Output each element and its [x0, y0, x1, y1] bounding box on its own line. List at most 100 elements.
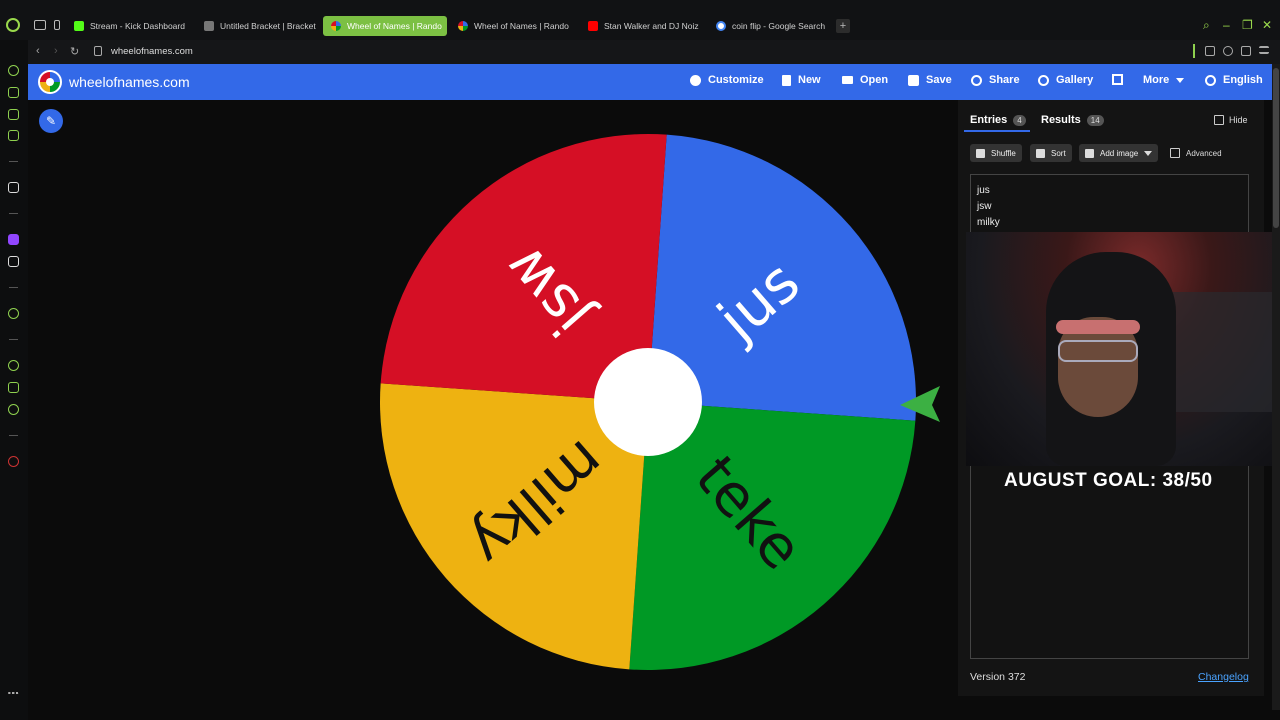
- bracket-icon: [204, 21, 214, 31]
- page-scrollbar[interactable]: [1272, 64, 1280, 710]
- tab-wheel-of-names-active[interactable]: Wheel of Names | Rando: [323, 16, 447, 36]
- tab-label: Wheel of Names | Rando: [474, 21, 569, 31]
- entry-line: jsw: [977, 201, 992, 212]
- tab-results[interactable]: Results 14: [1041, 114, 1104, 126]
- wheel-center-hub[interactable]: [594, 348, 702, 456]
- results-count-badge: 14: [1086, 114, 1104, 126]
- fullscreen-icon: [1112, 74, 1123, 85]
- share-icon: [971, 74, 982, 86]
- edit-pencil-button[interactable]: ✎: [39, 109, 63, 133]
- google-icon: [716, 21, 726, 31]
- menu-icon[interactable]: [1259, 46, 1269, 54]
- twitch-icon[interactable]: [8, 234, 19, 245]
- extensions-icon[interactable]: [1205, 46, 1215, 56]
- share-button[interactable]: Share: [971, 74, 1020, 86]
- chevron-down-icon: [1176, 77, 1185, 83]
- sidebar-divider: [9, 435, 18, 436]
- chevron-down-icon: [1144, 150, 1153, 156]
- browser-sidebar: [0, 40, 28, 720]
- save-button[interactable]: Save: [908, 74, 952, 86]
- extensions-sidebar-icon[interactable]: [8, 382, 19, 393]
- tab-label: Stream - Kick Dashboard: [90, 21, 185, 31]
- site-name[interactable]: wheelofnames.com: [69, 74, 190, 90]
- advanced-toggle[interactable]: Advanced: [1170, 148, 1222, 158]
- youtube-icon: [588, 21, 598, 31]
- sidebar-divider: [9, 213, 18, 214]
- tab-wheel-of-names[interactable]: Wheel of Names | Rando: [450, 16, 576, 36]
- maximize-icon[interactable]: ❐: [1242, 18, 1253, 32]
- sort-button[interactable]: Sort: [1030, 144, 1072, 162]
- settings-gear-icon[interactable]: [8, 404, 19, 415]
- reload-icon[interactable]: ↻: [70, 45, 79, 58]
- language-button[interactable]: English: [1205, 74, 1263, 86]
- wheel-icon: [458, 21, 468, 31]
- webcam-glasses: [1058, 340, 1138, 362]
- gx-corner-icon[interactable]: [8, 87, 19, 98]
- webcam-background: [1166, 292, 1280, 412]
- wheel[interactable]: justekemilkyjsw: [28, 100, 958, 710]
- advanced-checkbox[interactable]: [1170, 148, 1180, 158]
- mods-icon[interactable]: [8, 130, 19, 141]
- wheel-icon: [331, 21, 341, 31]
- wheel-app-header: wheelofnames.com Customize New Open Save…: [28, 64, 1272, 100]
- new-button[interactable]: New: [782, 74, 821, 86]
- globe-icon: [1205, 74, 1216, 86]
- sidebar-divider: [9, 339, 18, 340]
- tab-youtube[interactable]: Stan Walker and DJ Noiz: [580, 16, 706, 36]
- address-bar: ‹ › ↻ wheelofnames.com: [28, 40, 1280, 64]
- tab-label: Untitled Bracket | Bracket: [220, 21, 316, 31]
- changelog-link[interactable]: Changelog: [1198, 671, 1249, 683]
- webcam-headband: [1056, 320, 1140, 334]
- folder-icon: [842, 76, 853, 84]
- search-icon: [1038, 74, 1049, 86]
- close-icon[interactable]: ✕: [1262, 18, 1272, 32]
- sort-icon: [1036, 148, 1045, 158]
- hide-checkbox[interactable]: [1214, 115, 1224, 125]
- profile-icon[interactable]: [1223, 46, 1233, 56]
- back-icon[interactable]: ‹: [36, 45, 40, 57]
- tab-google-search[interactable]: coin flip - Google Search: [708, 16, 832, 36]
- download-icon[interactable]: [1241, 46, 1251, 56]
- browser-tab-bar: Stream - Kick Dashboard Untitled Bracket…: [0, 0, 1280, 40]
- player-icon[interactable]: [8, 308, 19, 319]
- fullscreen-button[interactable]: [1112, 74, 1123, 85]
- gx-control-icon[interactable]: [8, 65, 19, 76]
- tab-entries[interactable]: Entries 4: [970, 114, 1026, 126]
- pinned-tab-icon[interactable]: [54, 20, 60, 30]
- hide-toggle[interactable]: Hide: [1214, 115, 1248, 125]
- sidebar-divider: [9, 161, 18, 162]
- shuffle-button[interactable]: Shuffle: [970, 144, 1022, 162]
- tab-islands-icon[interactable]: [34, 20, 46, 30]
- forward-icon[interactable]: ›: [54, 45, 58, 57]
- wheel-logo-icon[interactable]: [38, 70, 62, 94]
- more-menu-button[interactable]: More: [1143, 74, 1185, 86]
- search-icon[interactable]: ⌕: [1203, 18, 1210, 33]
- x-twitter-icon[interactable]: [8, 256, 19, 267]
- open-button[interactable]: Open: [842, 74, 888, 86]
- tab-bracket[interactable]: Untitled Bracket | Bracket: [196, 16, 320, 36]
- wheel-canvas-area: jus teke milky jsw ✎: [28, 100, 958, 710]
- save-icon: [908, 74, 919, 86]
- recording-icon[interactable]: [8, 456, 19, 467]
- more-sidebar-icon[interactable]: [8, 692, 19, 694]
- gallery-button[interactable]: Gallery: [1038, 74, 1093, 86]
- minimize-icon[interactable]: –: [1223, 18, 1230, 32]
- url-field[interactable]: wheelofnames.com: [111, 46, 193, 57]
- gx-badge-icon[interactable]: [8, 670, 19, 681]
- webcam-overlay: [966, 232, 1280, 466]
- history-icon[interactable]: [8, 360, 19, 371]
- tab-kick-dashboard[interactable]: Stream - Kick Dashboard: [66, 16, 194, 36]
- sidebar-divider: [9, 287, 18, 288]
- opera-gx-logo-icon[interactable]: [6, 18, 20, 32]
- tab-label: Wheel of Names | Rando: [347, 21, 442, 31]
- scrollbar-thumb[interactable]: [1273, 68, 1279, 228]
- gx-accent-bar: [1193, 44, 1195, 58]
- new-tab-button[interactable]: +: [836, 19, 850, 33]
- gx-cleaner-icon[interactable]: [8, 109, 19, 120]
- kick-icon: [74, 21, 84, 31]
- stream-goal-overlay: AUGUST GOAL: 38/50: [1004, 470, 1213, 491]
- aria-icon[interactable]: [8, 182, 19, 193]
- customize-button[interactable]: Customize: [690, 74, 764, 86]
- entries-count-badge: 4: [1013, 114, 1026, 126]
- add-image-button[interactable]: Add image: [1079, 144, 1159, 162]
